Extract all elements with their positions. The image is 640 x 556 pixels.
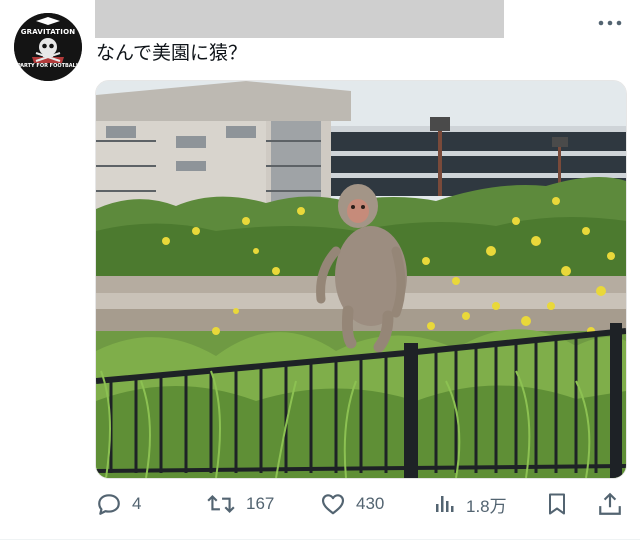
views-bar-chart-icon — [436, 496, 454, 512]
avatar-text-top: GRAVITATION — [20, 28, 76, 36]
repost-icon — [207, 494, 235, 514]
reply-icon — [98, 494, 120, 515]
reply-button[interactable]: 4 — [96, 486, 141, 522]
repost-count: 167 — [246, 494, 275, 513]
repost-button[interactable]: 167 — [206, 486, 274, 522]
more-button[interactable] — [594, 10, 626, 36]
redacted-author-name — [95, 0, 504, 38]
reply-count: 4 — [132, 494, 142, 513]
views-button[interactable]: 1.8万 — [432, 486, 507, 522]
action-bar: 4 167 430 1.8万 — [0, 486, 640, 522]
post-text: なんで美園に猿？ — [96, 42, 248, 64]
views-count: 1.8万 — [466, 496, 507, 516]
like-count: 430 — [356, 494, 385, 513]
avatar-text-bottom: PARTY FOR FOOTBALL — [16, 63, 80, 69]
share-icon — [599, 492, 621, 515]
bookmark-icon — [549, 493, 565, 515]
divider — [0, 539, 640, 540]
skull-logo-icon — [14, 13, 82, 81]
post-photo[interactable] — [95, 80, 627, 479]
like-button[interactable]: 430 — [320, 486, 384, 522]
share-button[interactable] — [597, 486, 623, 522]
more-horizontal-icon — [598, 20, 622, 26]
heart-icon — [321, 494, 345, 515]
author-avatar[interactable]: GRAVITATION PARTY FOR FOOTBALL — [14, 13, 82, 81]
photo-image — [96, 81, 626, 478]
bookmark-button[interactable] — [545, 486, 569, 522]
